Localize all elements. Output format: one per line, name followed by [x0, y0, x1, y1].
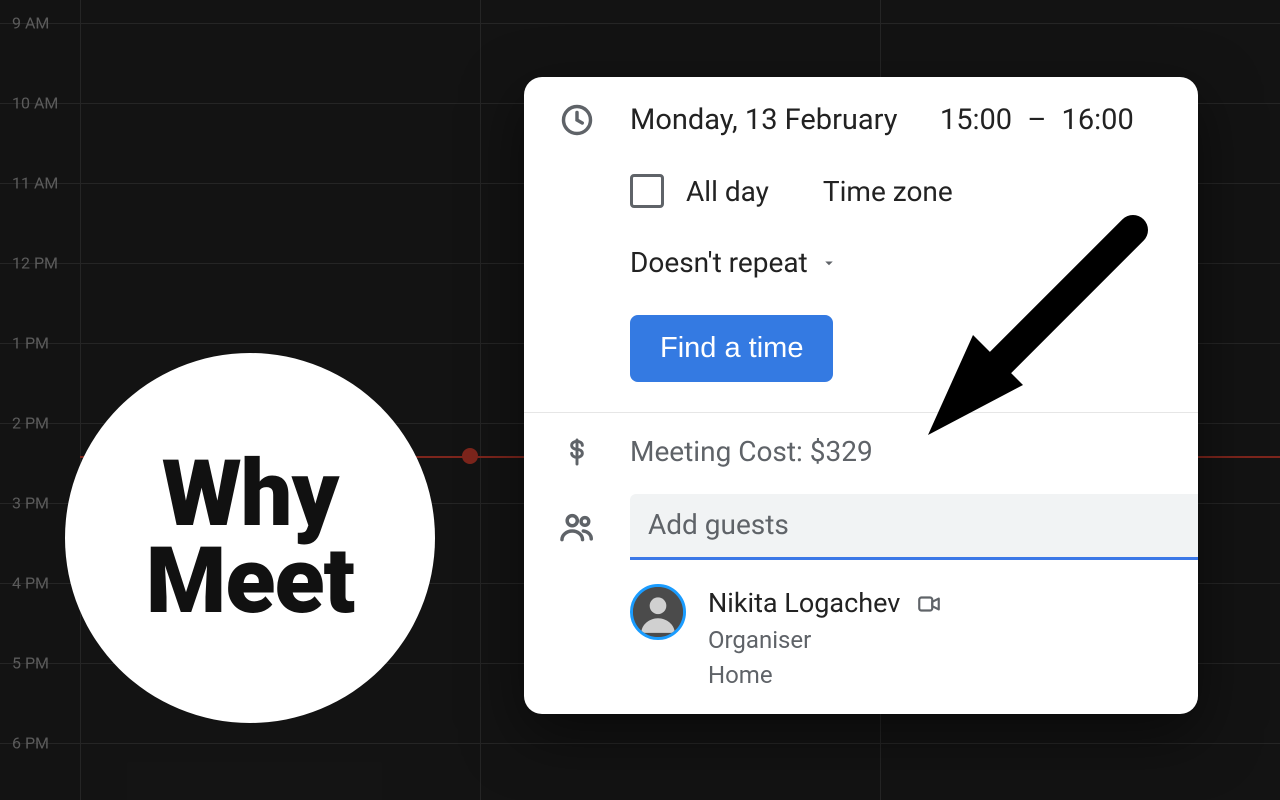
- find-a-time-button[interactable]: Find a time: [630, 315, 833, 382]
- add-guests-placeholder: Add guests: [648, 508, 789, 541]
- repeat-dropdown[interactable]: Doesn't repeat: [630, 246, 1198, 279]
- all-day-checkbox[interactable]: [630, 174, 664, 208]
- avatar[interactable]: [630, 584, 686, 640]
- logo-line-2: Meet: [146, 538, 355, 625]
- add-guests-input[interactable]: Add guests: [630, 494, 1198, 560]
- meeting-cost-label: Meeting Cost: $329: [630, 435, 873, 468]
- guest-location: Home: [708, 658, 942, 693]
- guest-role: Organiser: [708, 623, 942, 658]
- event-editor-card: Monday, 13 February 15:00 – 16:00 All da…: [524, 77, 1198, 714]
- chevron-down-icon: [820, 254, 838, 272]
- event-end-time[interactable]: 16:00: [1062, 103, 1134, 137]
- all-day-label[interactable]: All day: [686, 175, 769, 208]
- clock-icon: [559, 102, 595, 138]
- guest-name[interactable]: Nikita Logachev: [708, 584, 900, 623]
- video-icon: [916, 591, 942, 617]
- why-meet-logo: Why Meet: [65, 353, 435, 723]
- repeat-label: Doesn't repeat: [630, 246, 808, 279]
- time-zone-link[interactable]: Time zone: [823, 175, 953, 208]
- dollar-icon: [561, 436, 593, 468]
- event-date-time[interactable]: Monday, 13 February 15:00 – 16:00: [630, 103, 1198, 137]
- event-start-time[interactable]: 15:00: [940, 103, 1012, 137]
- event-date[interactable]: Monday, 13 February: [630, 103, 897, 137]
- logo-line-1: Why: [162, 451, 339, 538]
- people-icon: [558, 508, 596, 546]
